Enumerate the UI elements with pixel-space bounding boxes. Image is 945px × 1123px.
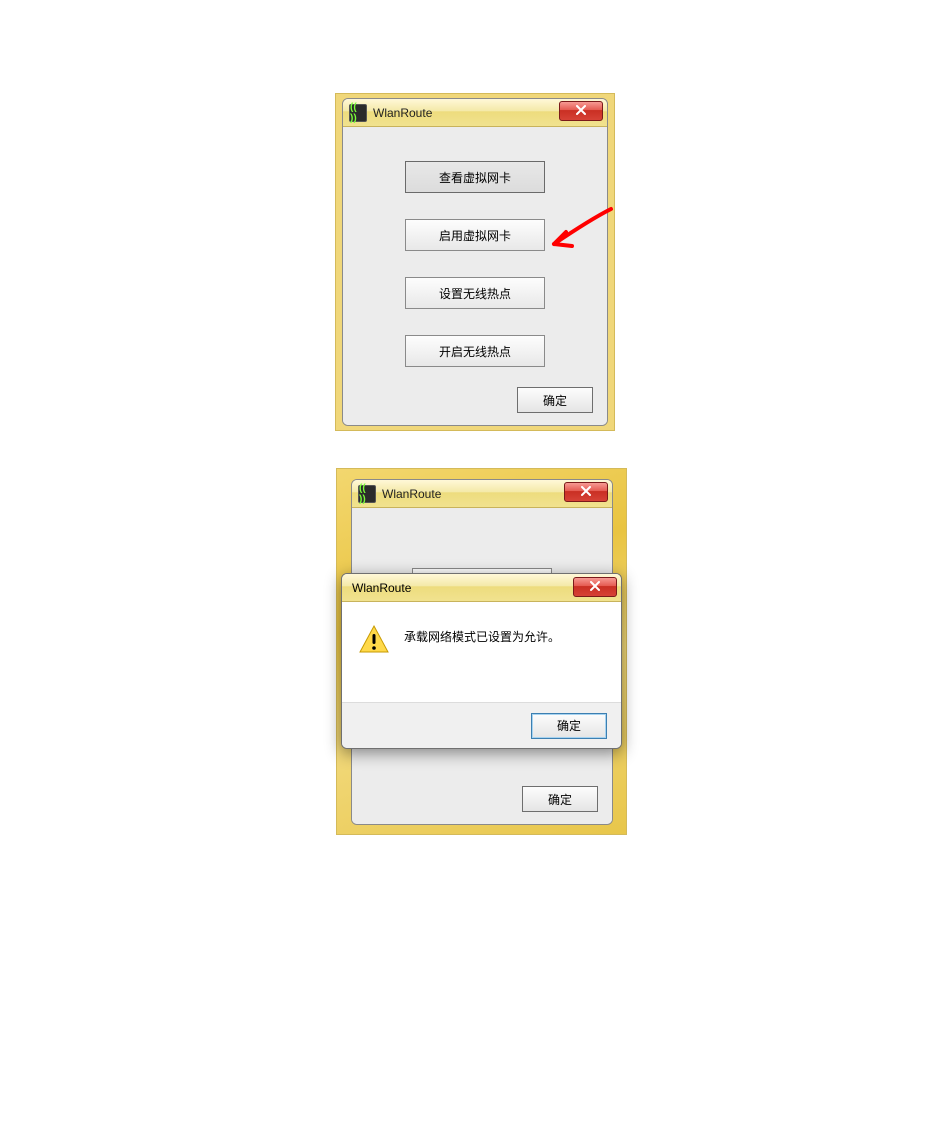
warning-icon <box>358 624 390 656</box>
ok-button[interactable]: 确定 <box>517 387 593 413</box>
app-icon: (( )) <box>349 104 367 122</box>
close-icon <box>576 104 586 118</box>
view-virtual-nic-button[interactable]: 查看虚拟网卡 <box>405 161 545 193</box>
messagebox-titlebar[interactable]: WlanRoute <box>342 574 621 602</box>
close-button[interactable] <box>573 577 617 597</box>
messagebox-text: 承载网络模式已设置为允许。 <box>404 622 560 645</box>
window-client: 查看虚拟网卡 启用虚拟网卡 设置无线热点 开启无线热点 确定 <box>343 127 607 425</box>
button-label: 启用虚拟网卡 <box>439 227 511 244</box>
message-box: WlanRoute 承载网络模式已设置为允许。 <box>341 573 622 749</box>
app-icon: (( )) <box>358 485 376 503</box>
button-label: 确定 <box>557 717 581 734</box>
enable-virtual-nic-button[interactable]: 启用虚拟网卡 <box>405 219 545 251</box>
messagebox-title: WlanRoute <box>352 581 411 595</box>
messagebox-ok-button[interactable]: 确定 <box>531 713 607 739</box>
window-title: WlanRoute <box>373 106 432 120</box>
button-label: 开启无线热点 <box>439 343 511 360</box>
close-icon <box>590 580 600 594</box>
screenshot-1: (( )) WlanRoute 查看虚拟网卡 启用虚拟网卡 <box>335 93 615 431</box>
messagebox-body: 承载网络模式已设置为允许。 <box>342 602 621 702</box>
close-button[interactable] <box>559 101 603 121</box>
button-label: 查看虚拟网卡 <box>439 169 511 186</box>
button-label: 确定 <box>548 791 572 808</box>
titlebar[interactable]: (( )) WlanRoute <box>343 99 607 127</box>
window-title: WlanRoute <box>382 487 441 501</box>
ok-button[interactable]: 确定 <box>522 786 598 812</box>
titlebar[interactable]: (( )) WlanRoute <box>352 480 612 508</box>
screenshot-2: (( )) WlanRoute 查看虚拟网卡 确定 <box>336 468 627 835</box>
configure-hotspot-button[interactable]: 设置无线热点 <box>405 277 545 309</box>
close-button[interactable] <box>564 482 608 502</box>
messagebox-footer: 确定 <box>342 702 621 748</box>
wlanroute-window: (( )) WlanRoute 查看虚拟网卡 启用虚拟网卡 <box>342 98 608 426</box>
start-hotspot-button[interactable]: 开启无线热点 <box>405 335 545 367</box>
close-icon <box>581 485 591 499</box>
button-label: 确定 <box>543 392 567 409</box>
button-label: 设置无线热点 <box>439 285 511 302</box>
